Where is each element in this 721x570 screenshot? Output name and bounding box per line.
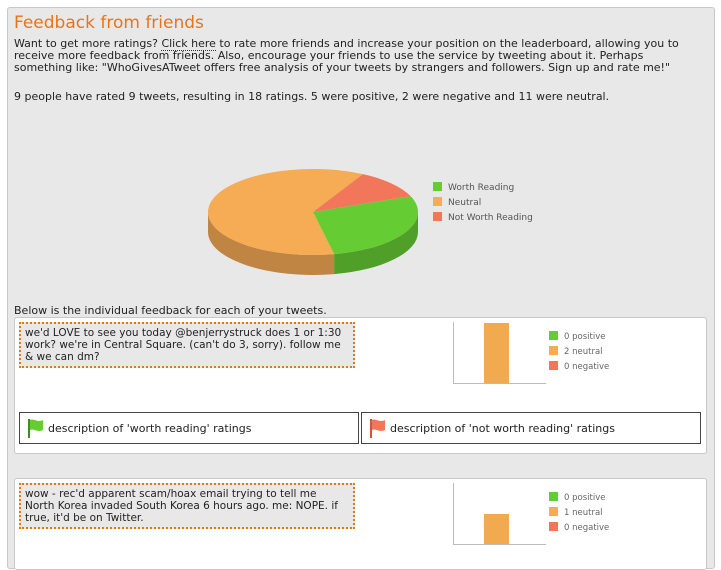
red-flag-icon (370, 419, 385, 438)
legend-label: 0 positive (564, 332, 606, 342)
legend-not-worth-reading: Not Worth Reading (433, 211, 533, 226)
tweet-ratings-chart (453, 483, 546, 545)
legend-label: Neutral (448, 198, 482, 208)
legend-neutral: Neutral (433, 196, 533, 211)
legend-label: 0 positive (564, 493, 606, 503)
legend-swatch (433, 212, 442, 221)
legend-label: 1 neutral (564, 508, 603, 518)
tweet-card: we'd LOVE to see you today @benjerrystru… (14, 317, 707, 454)
worth-reading-description[interactable]: description of 'worth reading' ratings (19, 412, 359, 444)
legend-swatch (433, 182, 442, 191)
tweet-ratings-legend: 0 positive 2 neutral 0 negative (549, 330, 609, 375)
pie-legend: Worth Reading Neutral Not Worth Reading (433, 181, 533, 226)
legend-label: 2 neutral (564, 347, 603, 357)
individual-feedback-heading: Below is the individual feedback for eac… (14, 304, 327, 317)
legend-positive: 0 positive (549, 330, 609, 345)
legend-neutral: 2 neutral (549, 345, 609, 360)
legend-swatch (433, 197, 442, 206)
legend-positive: 0 positive (549, 491, 609, 506)
legend-swatch (549, 346, 558, 355)
page-title: Feedback from friends (14, 13, 204, 33)
legend-label: 0 negative (564, 523, 610, 533)
tweet-card: wow - rec'd apparent scam/hoax email try… (14, 478, 707, 570)
neutral-bar (484, 323, 509, 383)
legend-worth-reading: Worth Reading (433, 181, 533, 196)
legend-swatch (549, 522, 558, 531)
worth-reading-label: description of 'worth reading' ratings (48, 422, 252, 435)
neutral-bar (484, 514, 509, 544)
legend-negative: 0 negative (549, 521, 609, 536)
ratings-summary: 9 people have rated 9 tweets, resulting … (14, 90, 610, 103)
tweet-ratings-chart (453, 322, 546, 384)
legend-swatch (549, 361, 558, 370)
legend-swatch (549, 507, 558, 516)
green-flag-icon (28, 419, 43, 438)
ratings-pie-chart (208, 169, 418, 275)
legend-swatch (549, 492, 558, 501)
legend-label: 0 negative (564, 362, 610, 372)
legend-swatch (549, 331, 558, 340)
legend-neutral: 1 neutral (549, 506, 609, 521)
tweet-text: wow - rec'd apparent scam/hoax email try… (19, 483, 355, 529)
feedback-panel: Feedback from friends Want to get more r… (7, 7, 715, 570)
not-worth-reading-description[interactable]: description of 'not worth reading' ratin… (361, 412, 701, 444)
legend-label: Worth Reading (448, 183, 515, 193)
legend-negative: 0 negative (549, 360, 609, 375)
legend-label: Not Worth Reading (448, 213, 533, 223)
tweet-ratings-legend: 0 positive 1 neutral 0 negative (549, 491, 609, 536)
tweet-text: we'd LOVE to see you today @benjerrystru… (19, 322, 355, 368)
not-worth-reading-label: description of 'not worth reading' ratin… (390, 422, 615, 435)
intro-text: Want to get more ratings? Click here to … (14, 37, 704, 74)
